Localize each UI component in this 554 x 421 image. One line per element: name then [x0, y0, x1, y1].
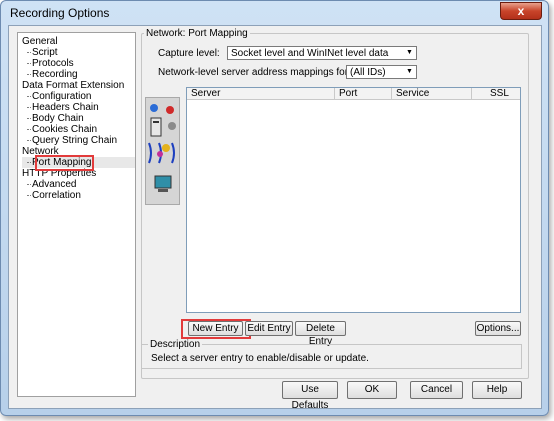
- network-illustration: [145, 97, 180, 205]
- cancel-button[interactable]: Cancel: [410, 381, 463, 399]
- column-header-port[interactable]: Port: [335, 88, 392, 100]
- ok-button[interactable]: OK: [347, 381, 397, 399]
- mapping-ids-select[interactable]: (All IDs) ▼: [346, 65, 417, 79]
- options-button[interactable]: Options...: [475, 321, 521, 336]
- tree-item-general[interactable]: General: [22, 36, 135, 47]
- description-label: Description: [148, 339, 203, 350]
- port-mapping-highlight-box: [35, 155, 94, 171]
- tree-item-protocols[interactable]: Protocols: [22, 58, 135, 69]
- capture-level-label: Capture level:: [158, 48, 220, 59]
- capture-level-select[interactable]: Socket level and WinINet level data ▼: [227, 46, 417, 60]
- tree-item-headers-chain[interactable]: Headers Chain: [22, 102, 135, 113]
- table-header: Server Port Service SSL: [187, 88, 520, 100]
- tree-item-data-format-extension[interactable]: Data Format Extension: [22, 80, 135, 91]
- recording-options-dialog: Recording Options x General Script Proto…: [0, 0, 549, 416]
- delete-entry-button[interactable]: Delete Entry: [295, 321, 346, 347]
- group-title: Network: Port Mapping: [144, 28, 250, 39]
- mapping-label: Network-level server address mappings fo…: [158, 67, 354, 78]
- column-header-server[interactable]: Server: [187, 88, 335, 100]
- tree-item-configuration[interactable]: Configuration: [22, 91, 135, 102]
- help-button[interactable]: Help: [472, 381, 522, 399]
- new-entry-highlight-box: [181, 319, 251, 339]
- description-text: Select a server entry to enable/disable …: [151, 353, 369, 364]
- chevron-down-icon: ▼: [406, 68, 413, 75]
- tree-item-body-chain[interactable]: Body Chain: [22, 113, 135, 124]
- close-button[interactable]: x: [500, 2, 542, 20]
- options-tree[interactable]: General Script Protocols Recording Data …: [17, 32, 136, 397]
- tree-item-script[interactable]: Script: [22, 47, 135, 58]
- chevron-down-icon: ▼: [406, 49, 413, 56]
- window-title: Recording Options: [10, 6, 110, 20]
- tree-item-correlation[interactable]: Correlation: [22, 190, 135, 201]
- tree-item-advanced[interactable]: Advanced: [22, 179, 135, 190]
- tree-item-recording[interactable]: Recording: [22, 69, 135, 80]
- edit-entry-button[interactable]: Edit Entry: [245, 321, 293, 336]
- tree-item-query-string-chain[interactable]: Query String Chain: [22, 135, 135, 146]
- use-defaults-button[interactable]: Use Defaults: [282, 381, 338, 411]
- column-header-ssl[interactable]: SSL: [472, 88, 522, 100]
- tree-item-cookies-chain[interactable]: Cookies Chain: [22, 124, 135, 135]
- port-mapping-table[interactable]: Server Port Service SSL: [186, 87, 521, 313]
- network-diagram-icon: [148, 104, 176, 192]
- column-header-service[interactable]: Service: [392, 88, 472, 100]
